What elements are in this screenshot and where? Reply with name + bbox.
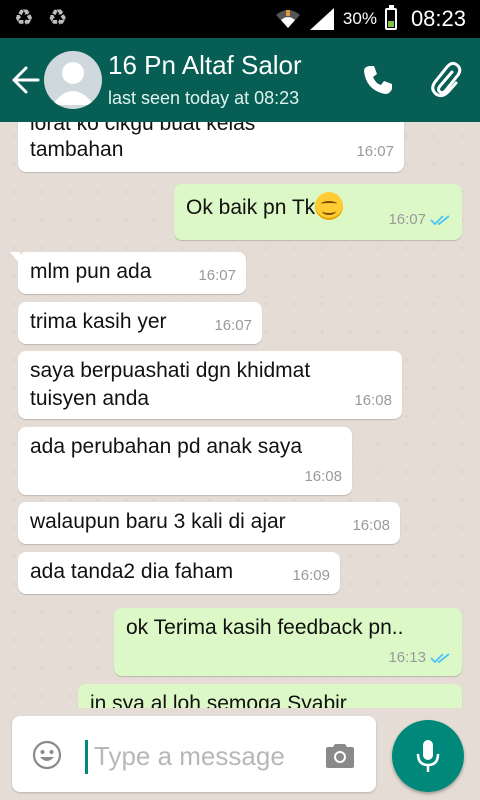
- message-outgoing[interactable]: Ok baik pn Tk 16:07: [174, 184, 462, 240]
- message-time: 16:07: [214, 317, 252, 334]
- emoji-icon[interactable]: [32, 740, 62, 770]
- compose-bar: [0, 708, 480, 800]
- read-ticks-icon: [430, 653, 450, 664]
- message-text: saya berpuashati dgn khidmat: [30, 359, 311, 382]
- battery-percent: 30%: [342, 9, 377, 28]
- message-text: tuisyen anda: [30, 387, 150, 410]
- message-text-content: Ok baik pn Tk: [186, 196, 316, 219]
- chat-header: 16 Pn Altaf Salor last seen today at 08:…: [0, 38, 480, 122]
- text-cursor: [85, 740, 88, 774]
- camera-icon[interactable]: [324, 742, 356, 770]
- message-list[interactable]: lorat ko cikgu buat kelas tambahan 16:07…: [0, 122, 480, 708]
- message-text: in sya al loh semoga Syabir: [90, 692, 347, 708]
- message-incoming[interactable]: lorat ko cikgu buat kelas tambahan 16:07: [18, 122, 404, 172]
- default-user-icon: [52, 62, 94, 105]
- message-time: 16:07: [356, 143, 394, 160]
- message-text: mlm pun ada: [30, 260, 152, 283]
- phone-call-icon[interactable]: [360, 62, 396, 98]
- message-text: ok Terima kasih feedback pn..: [126, 616, 404, 639]
- back-arrow-icon[interactable]: [10, 60, 40, 100]
- message-text: ada perubahan pd anak saya: [30, 435, 303, 458]
- message-outgoing[interactable]: in sya al loh semoga Syabir: [78, 684, 462, 708]
- clock: 08:23: [410, 6, 466, 31]
- message-time: 16:07: [388, 211, 426, 228]
- message-incoming[interactable]: trima kasih yer 16:07: [18, 302, 262, 344]
- read-ticks-icon: [430, 215, 450, 226]
- message-input-container[interactable]: [12, 716, 376, 792]
- message-text: tambahan: [30, 138, 124, 161]
- avatar[interactable]: [44, 51, 102, 109]
- recycle-icon: ♻: [47, 5, 68, 30]
- message-incoming[interactable]: ada tanda2 dia faham 16:09: [18, 552, 340, 594]
- message-incoming[interactable]: walaupun baru 3 kali di ajar 16:08: [18, 502, 400, 544]
- battery-icon: [384, 5, 397, 30]
- message-input[interactable]: [94, 736, 314, 776]
- signal-icon: [309, 8, 334, 30]
- message-time: 16:09: [292, 567, 330, 584]
- bubble-tail: [10, 252, 20, 264]
- message-time: 16:13: [388, 649, 426, 666]
- voice-record-button[interactable]: [392, 720, 464, 792]
- message-text: trima kasih yer: [30, 310, 167, 333]
- message-time: 16:07: [198, 267, 236, 284]
- paperclip-icon[interactable]: [428, 60, 464, 100]
- message-incoming[interactable]: ada perubahan pd anak saya 16:08: [18, 427, 352, 495]
- message-text: walaupun baru 3 kali di ajar: [30, 510, 286, 533]
- message-time: 16:08: [304, 468, 342, 485]
- message-incoming[interactable]: mlm pun ada 16:07: [10, 252, 246, 294]
- message-time: 16:08: [354, 392, 392, 409]
- message-outgoing[interactable]: ok Terima kasih feedback pn.. 16:13: [114, 608, 462, 676]
- recycle-icon: ♻: [14, 5, 34, 30]
- microphone-icon: [416, 740, 440, 772]
- message-text: ada tanda2 dia faham: [30, 560, 234, 583]
- smiling-face-emoji-icon: [315, 192, 344, 220]
- message-text: Ok baik pn Tk: [186, 192, 344, 222]
- last-seen-status: last seen today at 08:23: [108, 88, 300, 108]
- contact-name[interactable]: 16 Pn Altaf Salor: [108, 50, 302, 81]
- message-incoming[interactable]: saya berpuashati dgn khidmat tuisyen and…: [18, 351, 402, 419]
- status-bar: ♻ ♻ 30% 08:23: [0, 0, 480, 38]
- message-time: 16:08: [352, 517, 390, 534]
- wifi-icon: [275, 10, 300, 28]
